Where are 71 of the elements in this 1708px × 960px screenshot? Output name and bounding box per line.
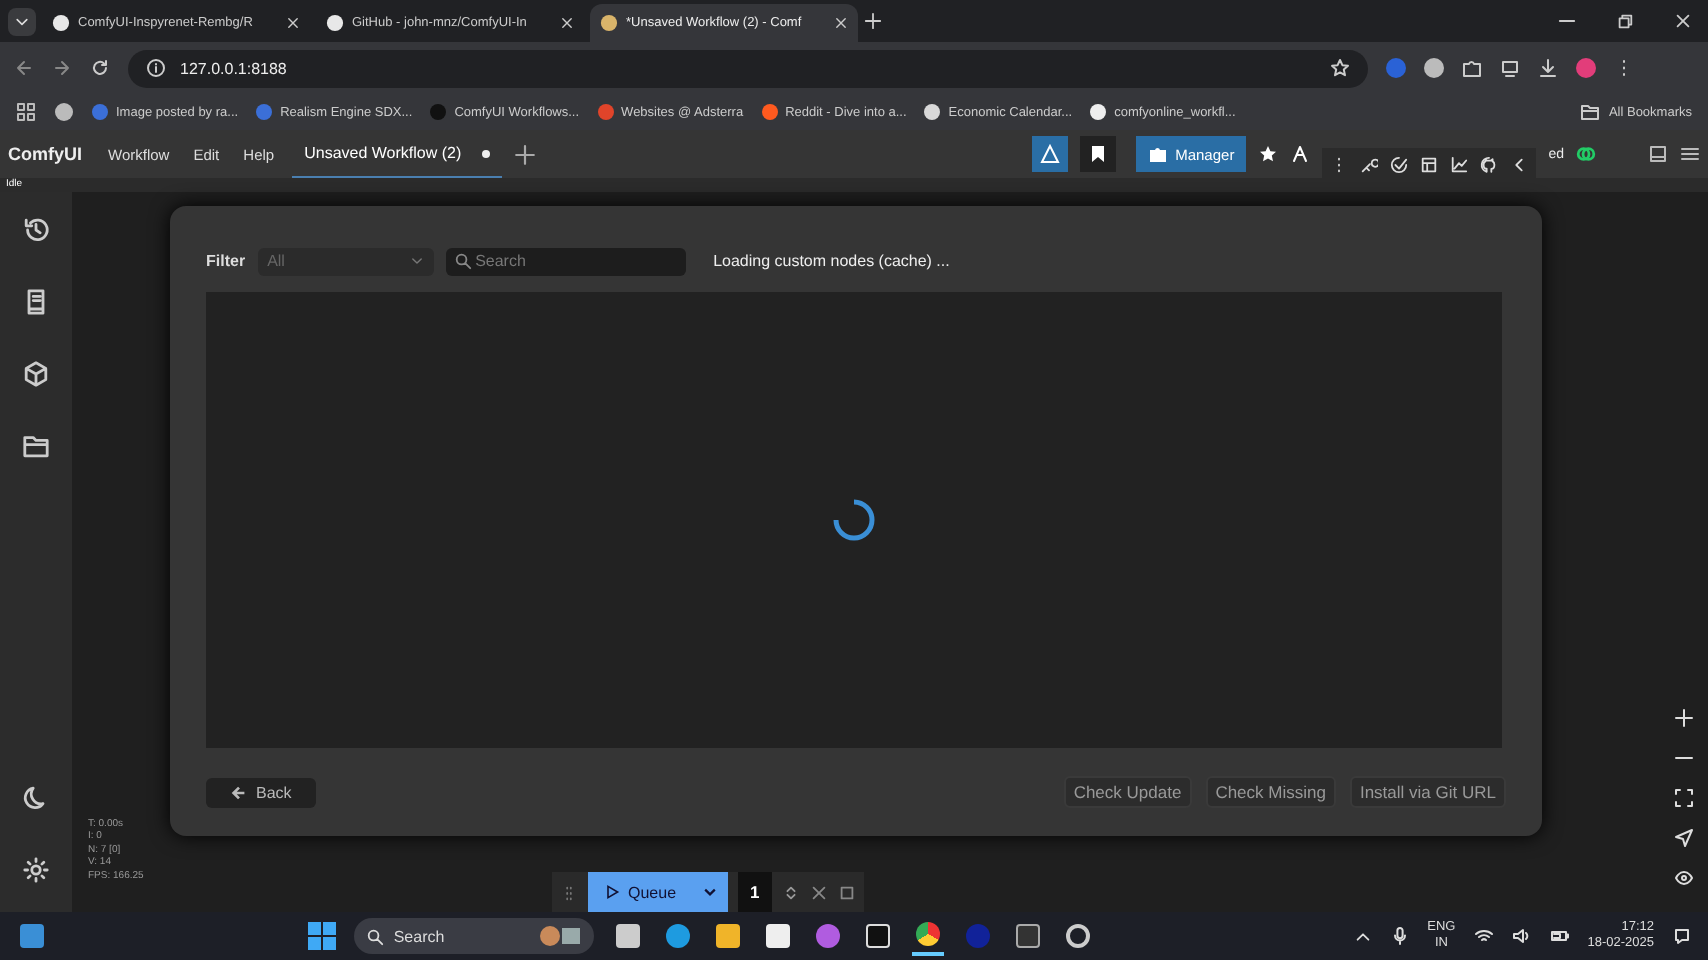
- wifi-icon[interactable]: [1473, 926, 1494, 946]
- play-icon: [604, 884, 620, 900]
- queue-button[interactable]: Queue: [588, 872, 693, 912]
- loading-message: Loading custom nodes (cache) ...: [713, 252, 950, 270]
- apps-grid-icon[interactable]: [16, 102, 36, 122]
- info-icon: [146, 58, 166, 78]
- avatar-icon[interactable]: [1576, 58, 1596, 78]
- forward-arrow-icon[interactable]: [52, 58, 72, 78]
- restore-icon[interactable]: [1615, 12, 1633, 30]
- reload-icon[interactable]: [90, 58, 110, 78]
- close-icon[interactable]: [560, 16, 574, 30]
- logo-button[interactable]: [1031, 136, 1068, 172]
- zoom-in-icon[interactable]: [1674, 708, 1694, 728]
- link-icon[interactable]: [1576, 144, 1596, 164]
- add-tab-icon[interactable]: [513, 143, 536, 165]
- menu-icon[interactable]: [1680, 144, 1700, 164]
- drag-handle-icon[interactable]: [560, 883, 578, 901]
- eye-icon[interactable]: [1674, 868, 1694, 888]
- settings-icon[interactable]: [22, 856, 50, 884]
- search-icon: [453, 252, 472, 270]
- battery-icon[interactable]: [1549, 926, 1570, 946]
- history-icon[interactable]: [22, 216, 50, 244]
- spinner-icon: [832, 498, 876, 542]
- bookmark-icon: [1089, 144, 1106, 164]
- triangle-icon: [1039, 144, 1060, 164]
- dialog-button[interactable]: Install via Git URL: [1349, 776, 1506, 808]
- globe-icon[interactable]: [54, 102, 74, 122]
- stepper-icon[interactable]: [781, 883, 800, 901]
- windows-start-icon[interactable]: [307, 922, 336, 950]
- chevron-down-icon: [702, 884, 719, 900]
- moon-icon[interactable]: [22, 784, 50, 812]
- fit-view-icon[interactable]: [1674, 788, 1694, 808]
- panel-icon[interactable]: [1648, 144, 1668, 164]
- cube-icon[interactable]: [22, 360, 50, 388]
- chart-icon[interactable]: [1450, 155, 1469, 173]
- key-icon[interactable]: [1360, 155, 1379, 173]
- volume-icon[interactable]: [1511, 926, 1532, 946]
- back-button[interactable]: Back: [206, 777, 316, 807]
- close-icon[interactable]: [286, 16, 300, 30]
- close-icon[interactable]: [1673, 12, 1691, 30]
- media-icon[interactable]: [1500, 58, 1520, 78]
- dialog-button[interactable]: Check Missing: [1205, 776, 1336, 808]
- app-logo: ComfyUI: [8, 144, 83, 164]
- chevron-down-icon: [409, 254, 424, 268]
- arrow-left-icon: [230, 783, 248, 801]
- cancel-icon[interactable]: [809, 883, 828, 901]
- search-field[interactable]: Search: [445, 247, 686, 275]
- send-icon[interactable]: [1674, 828, 1694, 848]
- new-tab-icon[interactable]: [864, 12, 882, 30]
- microphone-icon[interactable]: [1389, 926, 1410, 946]
- book-icon[interactable]: [22, 288, 50, 316]
- search-icon: [365, 927, 384, 945]
- dialog-button[interactable]: Check Update: [1063, 776, 1192, 808]
- back-arrow-icon[interactable]: [14, 58, 34, 78]
- app-favicon-icon: [600, 14, 618, 32]
- taskbar-search-field[interactable]: Search: [353, 918, 594, 954]
- star-icon[interactable]: [1330, 58, 1350, 78]
- close-icon[interactable]: [834, 16, 848, 30]
- chevron-left-icon[interactable]: [1510, 155, 1529, 173]
- queue-dropdown-button[interactable]: [692, 872, 729, 912]
- bookmark-button[interactable]: [1079, 136, 1116, 172]
- tab-search-button[interactable]: [8, 7, 36, 35]
- chevron-down-icon: [14, 13, 30, 29]
- address-bar[interactable]: 127.0.0.1:8188: [128, 49, 1368, 87]
- batch-count-field[interactable]: 1: [738, 872, 772, 912]
- stop-icon[interactable]: [837, 883, 856, 901]
- filter-label: Filter: [206, 252, 246, 270]
- download-icon[interactable]: [1538, 58, 1558, 78]
- layout-icon[interactable]: [1420, 155, 1439, 173]
- notification-icon[interactable]: [1672, 926, 1692, 946]
- star-icon[interactable]: [1258, 144, 1279, 164]
